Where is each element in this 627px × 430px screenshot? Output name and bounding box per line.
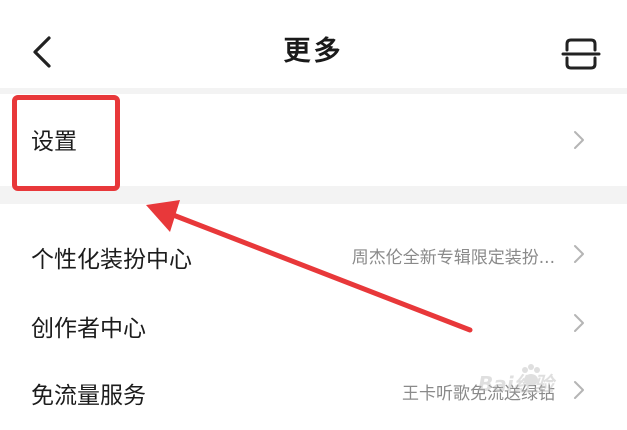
chevron-right-icon <box>574 381 584 399</box>
list-item-data-free-service[interactable]: 免流量服务 王卡听歌免流送绿钻 <box>0 370 627 430</box>
list-item-label: 个性化装扮中心 <box>31 247 192 273</box>
chevron-right-icon <box>574 314 584 332</box>
chevron-right-icon <box>574 131 584 149</box>
section-divider <box>0 186 627 204</box>
scan-button[interactable] <box>556 32 606 76</box>
list-item-settings[interactable]: 设置 <box>0 94 627 186</box>
more-screen: 更多 设置 个性化装扮中心 周杰伦全新专辑限定装扮... 创作者中心 免流量服务… <box>0 0 627 430</box>
list-item-label: 免流量服务 <box>31 383 146 409</box>
list-item-value: 周杰伦全新专辑限定装扮... <box>351 248 555 268</box>
list-item-theme-center[interactable]: 个性化装扮中心 周杰伦全新专辑限定装扮... <box>0 204 627 304</box>
list-item-label: 设置 <box>31 129 77 155</box>
list-item-value: 王卡听歌免流送绿钻 <box>402 384 555 404</box>
chevron-right-icon <box>574 245 584 263</box>
list-item-label: 创作者中心 <box>31 316 146 342</box>
scan-icon <box>561 38 601 70</box>
list-item-creator-center[interactable]: 创作者中心 <box>0 304 627 370</box>
page-title: 更多 <box>283 36 344 67</box>
header-bar: 更多 <box>0 0 627 92</box>
